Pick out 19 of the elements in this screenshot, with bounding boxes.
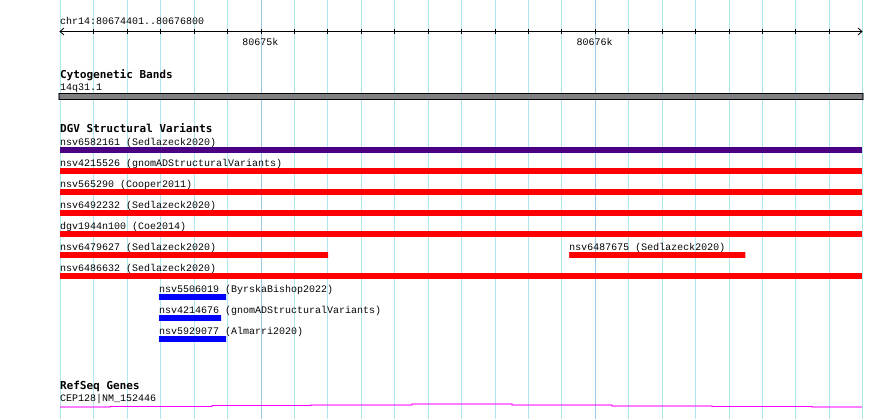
gene-label: CEP128|NM_152446: [60, 394, 156, 405]
feature-label: nsv6582161 (Sedlazeck2020): [60, 138, 216, 149]
tick-label: 80675k: [242, 38, 278, 49]
band-label: 14q31.1: [60, 83, 102, 94]
track-title: RefSeq Genes: [60, 379, 140, 392]
track-title: Cytogenetic Bands: [60, 68, 173, 81]
feature-label: nsv4214676 (gnomADStructuralVariants): [158, 306, 381, 317]
ruler-label: chr14:80674401..80676800: [60, 17, 204, 28]
feature-label: nsv5506019 (ByrskaBishop2022): [158, 285, 333, 296]
feature-label: nsv6486632 (Sedlazeck2020): [60, 264, 216, 275]
track-title: DGV Structural Variants: [60, 122, 212, 135]
feature-label: nsv6492232 (Sedlazeck2020): [60, 201, 216, 212]
feature-label: nsv565290 (Cooper2011): [60, 180, 192, 191]
tick-label: 80676k: [576, 38, 613, 49]
feature-label: dgv1944n100 (Coe2014): [60, 222, 186, 233]
feature-label: nsv5929077 (Almarri2020): [158, 327, 303, 338]
feature-label: nsv4215526 (gnomADStructuralVariants): [60, 159, 282, 170]
feature-label: nsv6479627 (Sedlazeck2020): [60, 243, 216, 254]
feature-label: nsv6487675 (Sedlazeck2020): [569, 243, 726, 254]
